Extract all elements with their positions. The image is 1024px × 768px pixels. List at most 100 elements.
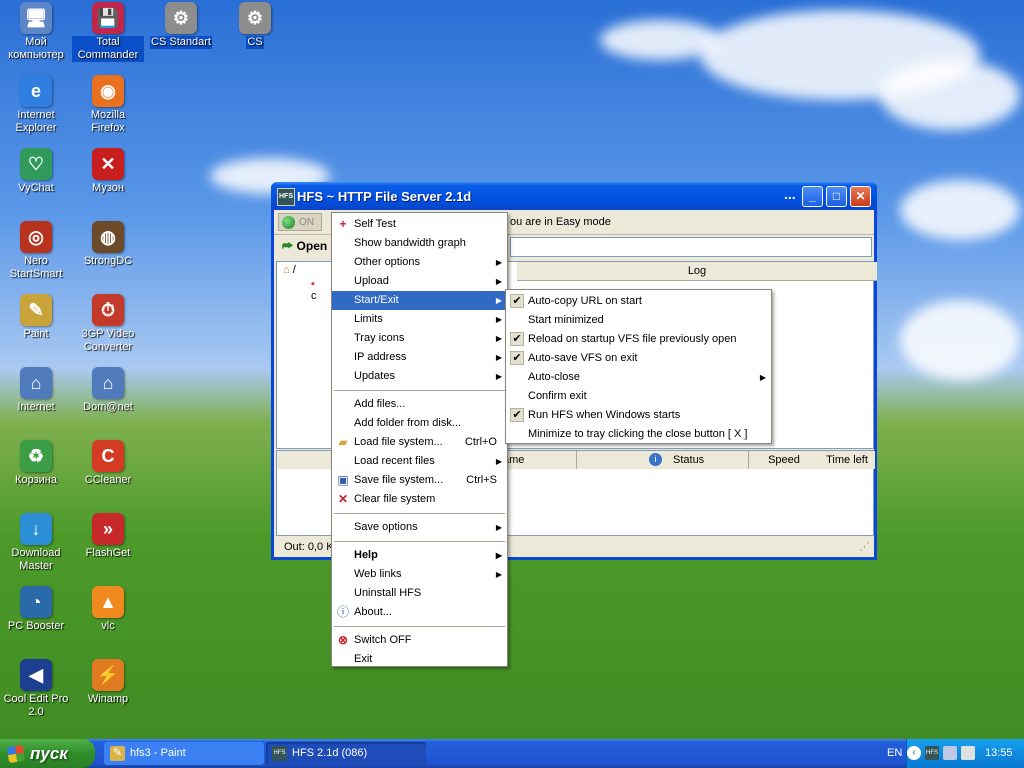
menu-item-switch-off[interactable]: ⊗ Switch OFF: [332, 631, 507, 650]
submenu-item-minimize-to-tray-clicking-the-close-button-x[interactable]: Minimize to tray clicking the close butt…: [506, 425, 771, 444]
vfs-tree[interactable]: ⌂ / ▪ c: [283, 264, 317, 302]
network-icon: ⌂: [20, 367, 52, 399]
menu-item-self-test[interactable]: + Self Test: [332, 215, 507, 234]
menu-item-label: Upload: [354, 275, 389, 287]
maximize-button[interactable]: □: [826, 186, 847, 207]
menu-separator: [334, 513, 505, 514]
col-speed[interactable]: Speed: [749, 451, 820, 469]
submenu-item-start-minimized[interactable]: Start minimized: [506, 311, 771, 330]
window-title: HFS ~ HTTP File Server 2.1d: [297, 189, 472, 204]
desktop-icon[interactable]: ⚡ Winamp: [72, 659, 144, 706]
submenu-item-auto-close[interactable]: Auto-close ▶: [506, 368, 771, 387]
desktop-icon[interactable]: ◔ PC Booster: [0, 586, 72, 633]
desktop-icon[interactable]: ◉ Mozilla Firefox: [72, 75, 144, 135]
cool-edit-icon: ◀: [20, 659, 52, 691]
menu-item-add-folder-from-disk[interactable]: Add folder from disk...: [332, 414, 507, 433]
desktop-icon[interactable]: ⌂ Internet: [0, 367, 72, 414]
submenu-item-label: Run HFS when Windows starts: [528, 409, 681, 421]
col-time-left[interactable]: Time left: [819, 451, 875, 469]
minimize-button[interactable]: _: [802, 186, 823, 207]
flashget-icon: »: [92, 513, 124, 545]
desktop-icon[interactable]: ⌂ Dom@net: [72, 367, 144, 414]
menu-item-updates[interactable]: Updates ▶: [332, 367, 507, 386]
menu-item-label: Load recent files: [354, 455, 435, 467]
submenu-item-auto-save-vfs-on-exit[interactable]: ✔ Auto-save VFS on exit: [506, 349, 771, 368]
desktop-icon[interactable]: ♻ Корзина: [0, 440, 72, 487]
desktop-icon[interactable]: ✕ Музон: [72, 148, 144, 195]
open-button[interactable]: ⮫ Open: [282, 239, 327, 254]
task-paint[interactable]: ✎ hfs3 - Paint: [104, 742, 264, 765]
menu-item-uninstall-hfs[interactable]: Uninstall HFS: [332, 584, 507, 603]
clock[interactable]: 13:55: [985, 747, 1013, 759]
desktop-icon[interactable]: ◎ Nero StartSmart: [0, 221, 72, 281]
menu-item-label: Help: [354, 549, 378, 561]
close-button[interactable]: ✕: [850, 186, 871, 207]
col-status[interactable]: i Status: [577, 451, 749, 469]
menu-separator: [334, 541, 505, 542]
menu-item-web-links[interactable]: Web links ▶: [332, 565, 507, 584]
menu-item-about[interactable]: ⓘ About...: [332, 603, 507, 622]
menu-item-help[interactable]: Help ▶: [332, 546, 507, 565]
menu-item-add-files[interactable]: Add files...: [332, 395, 507, 414]
desktop-icon[interactable]: ⚙ CS: [219, 2, 291, 49]
strongdc-icon: ◍: [92, 221, 124, 253]
desktop-icon[interactable]: 💾 Total Commander: [72, 2, 144, 62]
desktop-icon[interactable]: ↓ Download Master: [0, 513, 72, 573]
menu-item-ip-address[interactable]: IP address ▶: [332, 348, 507, 367]
checkmark-icon: ✔: [510, 351, 524, 365]
desktop-icon-label: Internet Explorer: [15, 109, 57, 134]
resize-grip-icon[interactable]: ⋰: [859, 540, 870, 553]
desktop-icon[interactable]: ◍ StrongDC: [72, 221, 144, 268]
submenu-item-reload-on-startup-vfs-file-previously-open[interactable]: ✔ Reload on startup VFS file previously o…: [506, 330, 771, 349]
url-field[interactable]: [510, 237, 872, 257]
hfs-tray-icon[interactable]: HFS: [925, 746, 939, 760]
desktop-icon-label: Dom@net: [83, 401, 133, 413]
start-button[interactable]: пуск: [0, 739, 95, 768]
submenu-arrow-icon: ▶: [495, 296, 502, 305]
menu-separator: [334, 390, 505, 391]
task-hfs[interactable]: HFS HFS 2.1d (086): [266, 742, 426, 765]
menu-item-save-file-system[interactable]: ▣ Save file system... Ctrl+S: [332, 471, 507, 490]
desktop-icon-label: CS: [246, 36, 264, 49]
menu-item-other-options[interactable]: Other options ▶: [332, 253, 507, 272]
desktop-icon[interactable]: » FlashGet: [72, 513, 144, 560]
menu-item-save-options[interactable]: Save options ▶: [332, 518, 507, 537]
status-out: Out: 0,0 K: [284, 541, 334, 553]
menu-item-limits[interactable]: Limits ▶: [332, 310, 507, 329]
submenu-item-run-hfs-when-windows-starts[interactable]: ✔ Run HFS when Windows starts: [506, 406, 771, 425]
globe-icon: [282, 216, 295, 229]
menu-item-label: IP address: [354, 351, 407, 363]
desktop-icon-label: Internet: [17, 401, 55, 413]
desktop-icon[interactable]: ♡ VyChat: [0, 148, 72, 195]
submenu-item-confirm-exit[interactable]: Confirm exit: [506, 387, 771, 406]
recycle-bin-icon: ♻: [20, 440, 52, 472]
network-tray-icon[interactable]: [943, 746, 957, 760]
menu-item-start-exit[interactable]: Start/Exit ▶: [332, 291, 507, 310]
submenu-item-auto-copy-url-on-start[interactable]: ✔ Auto-copy URL on start: [506, 292, 771, 311]
menu-item-exit[interactable]: Exit: [332, 650, 507, 669]
muzon-icon: ✕: [92, 148, 124, 180]
desktop-icon[interactable]: 🖥 Мой компьютер: [0, 2, 72, 62]
menu-item-load-recent-files[interactable]: Load recent files ▶: [332, 452, 507, 471]
language-indicator[interactable]: EN: [887, 747, 902, 759]
desktop-icon-label: Total Commander: [72, 36, 144, 62]
menu-item-show-bandwidth-graph[interactable]: Show bandwidth graph: [332, 234, 507, 253]
desktop-icon[interactable]: ◀ Cool Edit Pro 2.0: [0, 659, 72, 719]
desktop-icon[interactable]: ⚙ CS Standart: [145, 2, 217, 49]
menu-item-load-file-system[interactable]: ▰ Load file system... Ctrl+O: [332, 433, 507, 452]
title-bar[interactable]: HFS HFS ~ HTTP File Server 2.1d ... _ □ …: [271, 182, 877, 210]
windows-flag-icon: [6, 744, 26, 764]
tray-expand-chevron-icon[interactable]: ‹: [907, 746, 921, 760]
on-toggle-button[interactable]: ON: [278, 213, 322, 231]
menu-item-label: Add folder from disk...: [354, 417, 461, 429]
desktop-icon[interactable]: ✎ Paint: [0, 294, 72, 341]
desktop-icon[interactable]: ⏱ 3GP Video Converter: [72, 294, 144, 354]
desktop-icon[interactable]: C CCleaner: [72, 440, 144, 487]
desktop-icon[interactable]: ▲ vlc: [72, 586, 144, 633]
menu-item-clear-file-system[interactable]: ✕ Clear file system: [332, 490, 507, 509]
desktop-icon[interactable]: e Internet Explorer: [0, 75, 72, 135]
volume-tray-icon[interactable]: [961, 746, 975, 760]
desktop-icon-label: vlc: [101, 620, 115, 632]
menu-item-upload[interactable]: Upload ▶: [332, 272, 507, 291]
menu-item-tray-icons[interactable]: Tray icons ▶: [332, 329, 507, 348]
